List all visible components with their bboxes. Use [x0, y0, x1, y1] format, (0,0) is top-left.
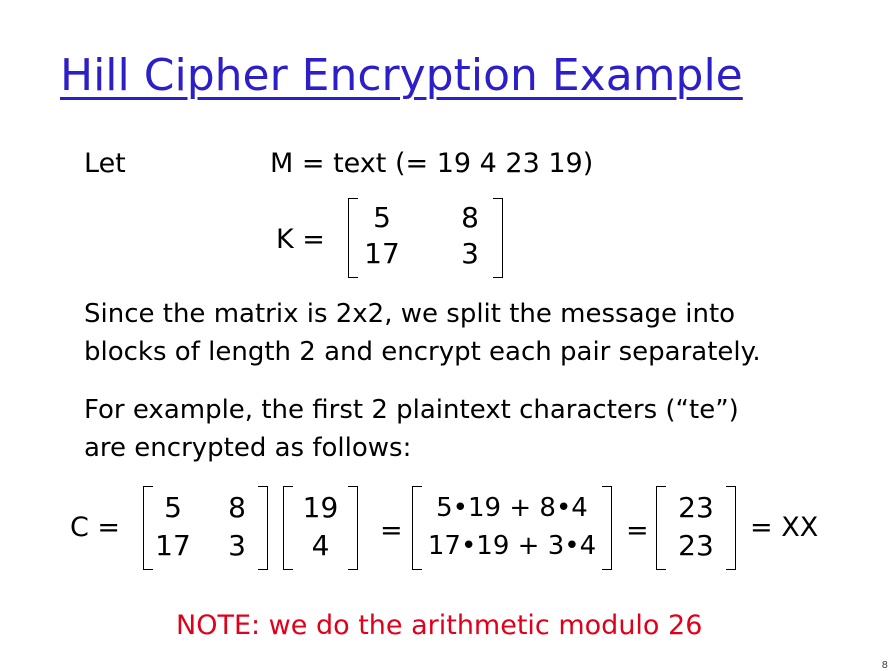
matrix-cell: 5 — [164, 491, 182, 524]
key-cell: 8 — [461, 201, 479, 234]
key-cell: 17 — [364, 237, 400, 270]
vector-cell: 4 — [311, 529, 330, 562]
paragraph-1-line-1: Since the matrix is 2x2, we split the me… — [84, 299, 736, 329]
result-cell: 23 — [678, 529, 714, 562]
product-vector: 5•19 + 8•4 17•19 + 3•4 — [412, 486, 612, 570]
modulo-note: NOTE: we do the arithmetic modulo 26 — [176, 610, 703, 641]
equation-key-matrix: 5 8 17 3 — [143, 486, 268, 570]
equals-sign: = — [626, 515, 649, 546]
key-matrix: 5 8 17 3 — [348, 198, 503, 278]
paragraph-2-line-2: are encrypted as follows: — [84, 433, 412, 463]
paragraph-1-line-2: blocks of length 2 and encrypt each pair… — [84, 337, 761, 367]
result-cell: 23 — [678, 491, 714, 524]
matrix-cell: 8 — [228, 491, 246, 524]
vector-cell: 19 — [302, 491, 339, 524]
key-cell: 3 — [461, 237, 479, 270]
final-result: = XX — [750, 512, 819, 543]
right-bracket — [258, 486, 268, 570]
slide-title: Hill Cipher Encryption Example — [60, 50, 743, 101]
key-label: K = — [276, 224, 325, 255]
message-definition: M = text (= 19 4 23 19) — [270, 148, 594, 179]
matrix-cell: 17 — [155, 529, 191, 562]
equals-sign: = — [380, 515, 403, 546]
ciphertext-label: C = — [70, 512, 121, 543]
right-bracket — [493, 198, 503, 278]
paragraph-2-line-1: For example, the first 2 plaintext chara… — [84, 395, 739, 425]
matrix-cell: 3 — [228, 529, 246, 562]
left-bracket — [348, 198, 358, 278]
result-vector: 23 23 — [656, 486, 736, 570]
product-cell: 5•19 + 8•4 — [436, 493, 588, 523]
product-cell: 17•19 + 3•4 — [427, 531, 597, 561]
key-cell: 5 — [373, 201, 391, 234]
page-number: 8 — [881, 660, 888, 671]
plaintext-vector: 19 4 — [283, 486, 358, 570]
let-label: Let — [84, 148, 126, 179]
left-bracket — [143, 486, 153, 570]
